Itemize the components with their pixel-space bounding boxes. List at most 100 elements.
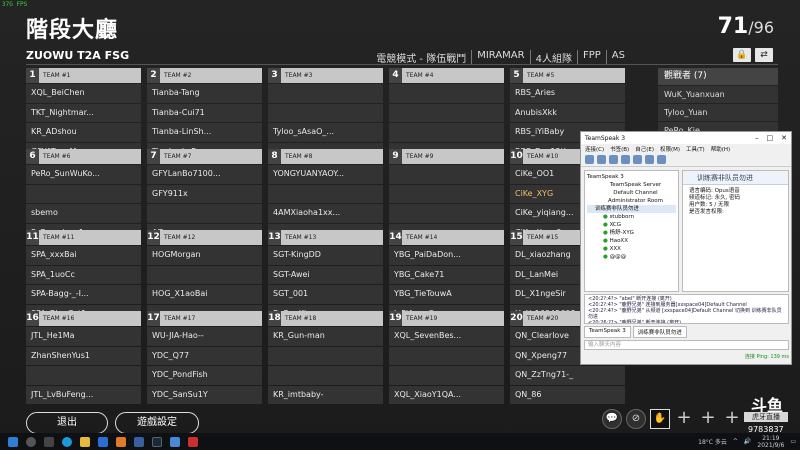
player-slot[interactable]: [26, 366, 141, 385]
ts-user[interactable]: ● 杨舒-XYG: [587, 229, 676, 237]
tab-server[interactable]: TeamSpeak 3: [584, 326, 631, 338]
game-settings-button[interactable]: 遊戲設定: [115, 412, 199, 434]
player-slot[interactable]: YONGYUANYAOY...: [268, 165, 383, 184]
player-slot[interactable]: YBG_Cake71: [389, 265, 504, 284]
tree-line[interactable]: Default Channel: [587, 189, 676, 197]
player-slot[interactable]: [389, 84, 504, 103]
player-slot[interactable]: sbemo: [26, 204, 141, 223]
squad-header[interactable]: 19 TEAM #19: [389, 311, 504, 326]
squad-header[interactable]: 2 TEAM #2: [147, 68, 262, 83]
squad-header[interactable]: 4 TEAM #4: [389, 68, 504, 83]
app-icon[interactable]: [170, 436, 180, 447]
menu-tools[interactable]: 工具(T): [686, 145, 705, 153]
player-slot[interactable]: JTL_LvBuFeng...: [26, 385, 141, 404]
player-slot[interactable]: RBS_Aries: [510, 84, 625, 103]
chat-input[interactable]: 输入聊天内容: [584, 340, 789, 350]
maximize-icon[interactable]: □: [767, 134, 774, 142]
volume-icon[interactable]: 🔊: [744, 438, 751, 445]
spectator-slot[interactable]: Tyloo_Yuan: [658, 104, 778, 121]
player-slot[interactable]: WU-JIA-Hao--: [147, 327, 262, 346]
player-slot[interactable]: XQL_XiaoY1QA...: [389, 385, 504, 404]
app-icon[interactable]: [134, 436, 144, 447]
settings-icon[interactable]: [657, 155, 666, 164]
player-slot[interactable]: Tianba-LinSh...: [147, 123, 262, 142]
squad-header[interactable]: 6 TEAM #6: [26, 149, 141, 164]
player-slot[interactable]: ZhanShenYus1: [26, 346, 141, 365]
disconnect-icon[interactable]: [597, 155, 606, 164]
menu-self[interactable]: 自己(E): [635, 145, 654, 153]
no-entry-icon[interactable]: ⊘: [626, 409, 646, 429]
squad-header[interactable]: 9 TEAM #9: [389, 149, 504, 164]
player-slot[interactable]: [147, 204, 262, 223]
mic-icon[interactable]: [609, 155, 618, 164]
menu-permissions[interactable]: 权限(M): [660, 145, 680, 153]
chat-icon[interactable]: [645, 155, 654, 164]
weather[interactable]: 18°C 多云: [698, 437, 727, 446]
player-slot[interactable]: [268, 84, 383, 103]
player-slot[interactable]: [268, 184, 383, 203]
lock-icon[interactable]: 🔒: [733, 48, 751, 62]
player-slot[interactable]: [389, 366, 504, 385]
player-slot[interactable]: [147, 265, 262, 284]
player-slot[interactable]: HOGMorgan: [147, 246, 262, 265]
player-slot[interactable]: YBG_PaiDaDon...: [389, 246, 504, 265]
player-slot[interactable]: YBG_TieTouwA: [389, 285, 504, 304]
player-slot[interactable]: [389, 184, 504, 203]
player-slot[interactable]: SGT-KingDD: [268, 246, 383, 265]
ts-user[interactable]: ● XCG: [587, 221, 676, 229]
player-slot[interactable]: TKT_Nightmar...: [26, 103, 141, 122]
add-icon[interactable]: +: [722, 409, 742, 429]
folder-icon[interactable]: [80, 436, 90, 447]
player-slot[interactable]: PeRo_SunWuKo...: [26, 165, 141, 184]
player-slot[interactable]: [389, 123, 504, 142]
speaker-icon[interactable]: [621, 155, 630, 164]
squad-header[interactable]: 12 TEAM #12: [147, 230, 262, 245]
squad-header[interactable]: 8 TEAM #8: [268, 149, 383, 164]
player-slot[interactable]: [389, 103, 504, 122]
app-icon[interactable]: [116, 436, 126, 447]
player-slot[interactable]: JTL_He1Ma: [26, 327, 141, 346]
player-slot[interactable]: Tyloo_sAsaO_...: [268, 123, 383, 142]
player-slot[interactable]: KR_imtbaby-: [268, 385, 383, 404]
menu-connect[interactable]: 连接(C): [585, 145, 604, 153]
squad-header[interactable]: 18 TEAM #18: [268, 311, 383, 326]
channel-item[interactable]: 训练赛非队员勿进: [587, 205, 676, 213]
player-slot[interactable]: SPA_1uoCc: [26, 265, 141, 284]
player-slot[interactable]: [268, 103, 383, 122]
player-slot[interactable]: [389, 165, 504, 184]
ts-user[interactable]: ● @@@: [587, 253, 676, 261]
tab-channel[interactable]: 训练赛非队员勿进: [632, 326, 687, 338]
windows-start-icon[interactable]: [8, 436, 18, 447]
task-view-icon[interactable]: [44, 436, 54, 447]
player-slot[interactable]: SPA-Bagg-_-I...: [26, 285, 141, 304]
player-slot[interactable]: [389, 204, 504, 223]
minimize-icon[interactable]: –: [755, 134, 759, 142]
close-icon[interactable]: ✕: [781, 134, 787, 142]
squad-header[interactable]: 14 TEAM #14: [389, 230, 504, 245]
chat-bubble-icon[interactable]: 💬: [602, 409, 622, 429]
teamspeak-titlebar[interactable]: TeamSpeak 3 – □ ✕: [581, 132, 791, 144]
player-slot[interactable]: [268, 366, 383, 385]
player-slot[interactable]: QN_86: [510, 385, 625, 404]
tree-line[interactable]: Administrator Room: [587, 197, 676, 205]
squad-header[interactable]: 11 TEAM #11: [26, 230, 141, 245]
app-icon[interactable]: [98, 436, 108, 447]
player-slot[interactable]: YDC_SanSu1Y: [147, 385, 262, 404]
menu-help[interactable]: 帮助(H): [711, 145, 730, 153]
add-icon[interactable]: +: [698, 409, 718, 429]
player-slot[interactable]: SGT_001: [268, 285, 383, 304]
away-icon[interactable]: [633, 155, 642, 164]
player-slot[interactable]: AnubisXkk: [510, 103, 625, 122]
edge-icon[interactable]: [62, 436, 72, 447]
clock[interactable]: 21:19 2021/9/6: [757, 435, 784, 449]
player-slot[interactable]: GFY911x: [147, 184, 262, 203]
steam-icon[interactable]: [152, 436, 162, 447]
player-slot[interactable]: SPA_xxxBai: [26, 246, 141, 265]
player-slot[interactable]: HOG_X1aoBai: [147, 285, 262, 304]
player-slot[interactable]: KR_ADshou: [26, 123, 141, 142]
search-icon[interactable]: [26, 436, 36, 447]
player-slot[interactable]: [389, 346, 504, 365]
player-slot[interactable]: Tianba-Cui71: [147, 103, 262, 122]
teamspeak-window[interactable]: TeamSpeak 3 – □ ✕ 连接(C) 书签(B) 自己(E) 权限(M) …: [580, 131, 792, 365]
server-name[interactable]: TeamSpeak 3: [587, 173, 676, 181]
